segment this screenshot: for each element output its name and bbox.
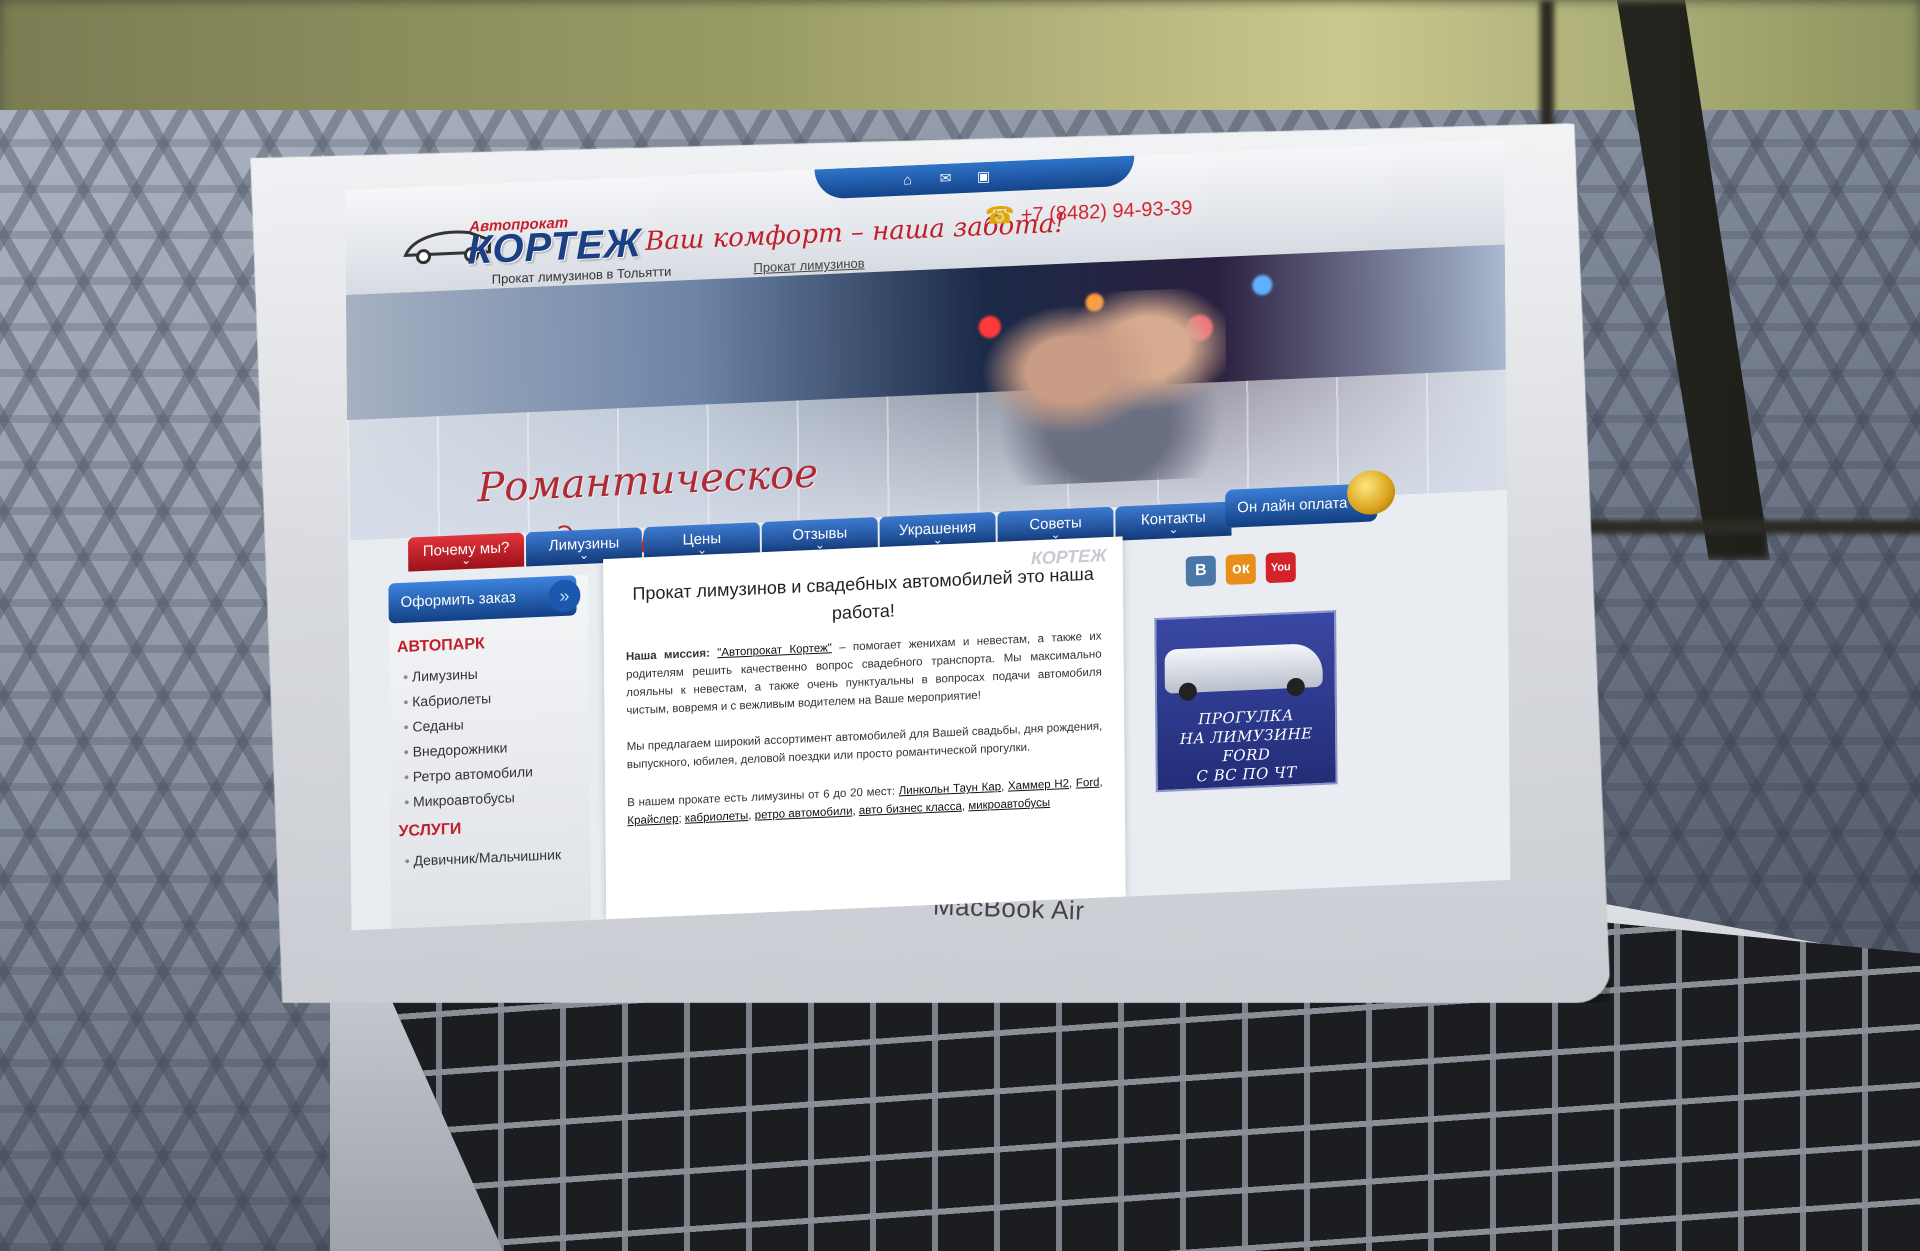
order-button[interactable]: Оформить заказ » [388, 575, 581, 624]
nav-item-contacts[interactable]: Контакты [1115, 501, 1232, 541]
autopark-list: Лимузины Кабриолеты Седаны Внедорожники … [403, 659, 533, 815]
company-link[interactable]: "Автопрокат Кортеж" [717, 642, 832, 659]
sidebar: Оформить заказ » АВТОПАРК Лимузины Кабри… [388, 574, 592, 929]
mission-label: Наша миссия: [625, 647, 710, 664]
limousine-image [1164, 642, 1323, 694]
sidebar-item-party[interactable]: Девичник/Мальчишник [405, 842, 562, 874]
ok-icon[interactable]: ок [1225, 553, 1256, 585]
link-business[interactable]: авто бизнес класса [859, 801, 962, 818]
sidebar-heading-autopark: АВТОПАРК [396, 635, 485, 657]
order-button-label: Оформить заказ [400, 588, 516, 611]
right-column: В ок You ПРОГУЛКА НА ЛИМУЗИНЕ FORD С ВС … [1138, 540, 1391, 891]
offer-paragraph: Мы предлагаем широкий ассортимент автомо… [626, 720, 1103, 772]
social-links: В ок You [1185, 551, 1296, 587]
promo-banner[interactable]: ПРОГУЛКА НА ЛИМУЗИНЕ FORD С ВС ПО ЧТ [1154, 610, 1338, 793]
link-convertibles[interactable]: кабриолеты [685, 810, 749, 825]
image-icon[interactable]: ▣ [975, 168, 991, 185]
link-chrysler[interactable]: Крайслер [627, 813, 678, 827]
link-hummer[interactable]: Хаммер Н2 [1008, 778, 1069, 793]
sidebar-item-minibuses[interactable]: Микроавтобусы [404, 784, 533, 815]
link-ford[interactable]: Ford [1076, 777, 1100, 790]
chevron-down-icon: » [548, 579, 581, 613]
link-lincoln[interactable]: Линкольн Таун Кар [899, 781, 1001, 797]
page-title: Прокат лимузинов и свадебных автомобилей… [632, 563, 1094, 624]
link-minibuses[interactable]: микроавтобусы [968, 797, 1050, 813]
vk-icon[interactable]: В [1185, 555, 1216, 587]
fleet-text: В нашем прокате есть лимузины от 6 до 20… [627, 785, 896, 810]
services-list: Девичник/Мальчишник [405, 842, 562, 874]
mission-text: – помогает женихам и невестам, а также и… [626, 630, 1102, 718]
nav-item-why-us[interactable]: Почему мы? [407, 532, 525, 572]
phone-icon: ☎ [984, 201, 1015, 231]
couple-photo [965, 286, 1228, 489]
mission-paragraph: Наша миссия: "Автопрокат Кортеж" – помог… [626, 627, 1102, 720]
home-icon[interactable]: ⌂ [900, 171, 916, 188]
sidebar-heading-services: УСЛУГИ [398, 820, 462, 841]
laptop: MacBook Air ⌂ ✉ ▣ Автопрокат КОРТЕЖ Прок… [0, 0, 1920, 1251]
fleet-paragraph: В нашем прокате есть лимузины от 6 до 20… [627, 776, 1103, 828]
phone-number[interactable]: +7 (8482) 94-93-39 [1021, 197, 1193, 228]
main-content: КОРТЕЖ Прокат лимузинов и свадебных авто… [603, 536, 1126, 920]
screen: ⌂ ✉ ▣ Автопрокат КОРТЕЖ Прокат лимузинов… [345, 139, 1511, 931]
coins-icon [1346, 469, 1396, 516]
promo-text: ПРОГУЛКА НА ЛИМУЗИНЕ FORD С ВС ПО ЧТ [1157, 704, 1335, 788]
link-retro[interactable]: ретро автомобили [755, 805, 853, 821]
sitemap-icon[interactable]: ✉ [937, 169, 953, 187]
youtube-icon[interactable]: You [1265, 551, 1296, 584]
